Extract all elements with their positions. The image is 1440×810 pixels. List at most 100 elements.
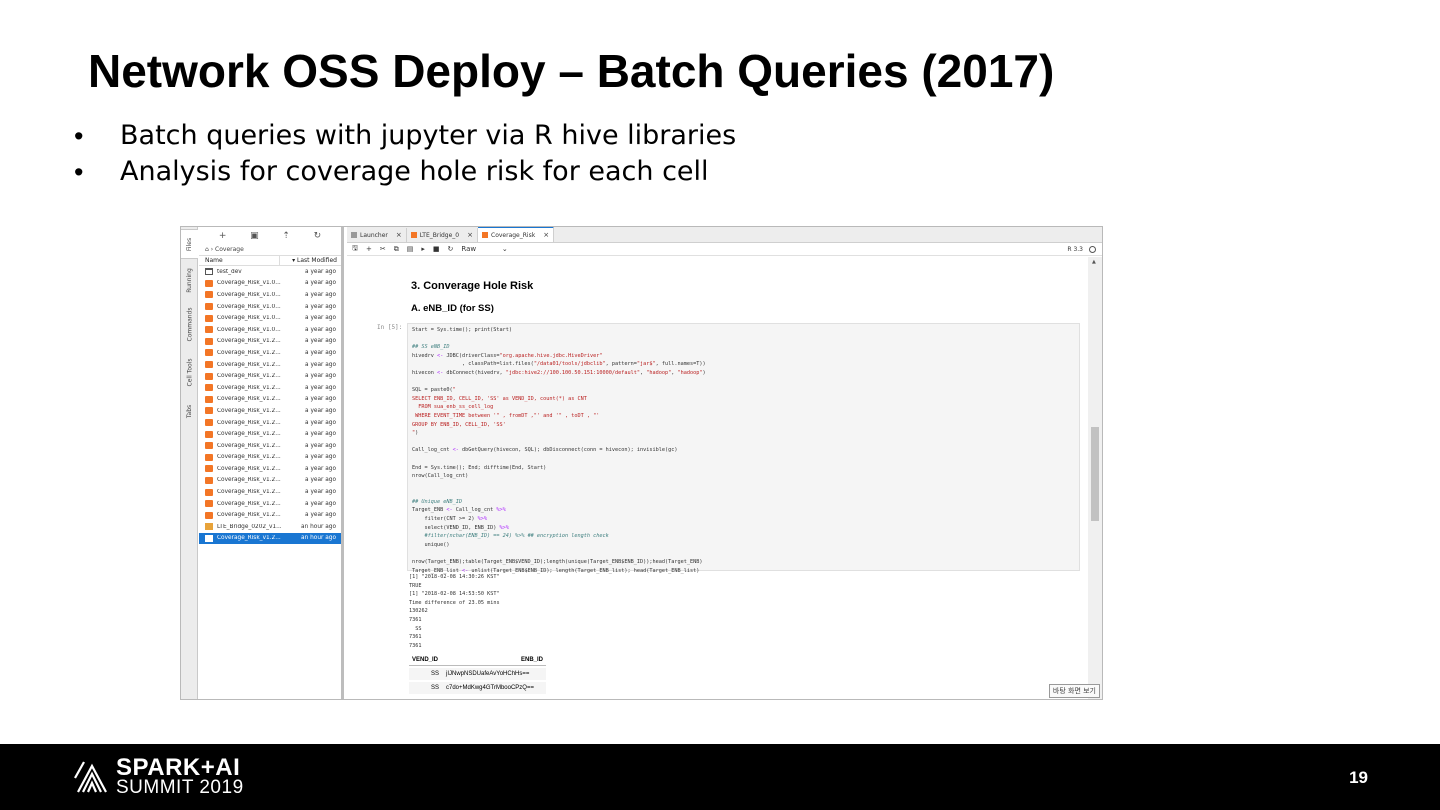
file-list-item[interactable]: Coverage_Risk_v1.0... a year ago [199, 301, 341, 313]
file-modified: a year ago [305, 465, 336, 472]
output-line: Time difference of 23.05 mins [409, 599, 500, 606]
new-folder-icon[interactable]: ▣ [250, 231, 259, 241]
notebook-icon [205, 500, 213, 508]
file-name: Coverage_Risk_v1.2... [217, 535, 281, 542]
side-tab-cell-tools[interactable]: Cell Tools [181, 351, 198, 393]
bullet-list: • Batch queries with jupyter via R hive l… [74, 118, 736, 190]
cell-output: [1] "2018-02-08 14:30:26 KST" TRUE [1] "20… [409, 573, 500, 650]
file-list-item[interactable]: Coverage_Risk_v1.0... a year ago [199, 289, 341, 301]
code-cell-editor[interactable]: Start = Sys.time(); print(Start) ## SS e… [407, 323, 1080, 574]
file-list-item[interactable]: Coverage_Risk_v1.0... a year ago [199, 312, 341, 324]
file-modified: a year ago [305, 338, 336, 345]
file-list-item[interactable]: Coverage_Risk_v1.2... a year ago [199, 370, 341, 382]
file-list-item[interactable]: Coverage_Risk_v1.0... a year ago [199, 324, 341, 336]
paste-icon[interactable]: ▤ [407, 245, 414, 253]
file-list-item[interactable]: test_dev a year ago [199, 266, 341, 278]
file-list-header: Name ▾ Last Modified [199, 255, 341, 266]
home-icon[interactable]: ⌂ [205, 246, 209, 253]
file-list-item[interactable]: Coverage_Risk_v1.2... a year ago [199, 463, 341, 475]
stop-icon[interactable]: ■ [433, 245, 440, 253]
output-line: [1] "2018-02-08 14:30:26 KST" [409, 574, 500, 580]
notebook-icon [205, 337, 213, 345]
kernel-name[interactable]: R 3.3 [1067, 246, 1083, 253]
close-icon[interactable]: × [396, 231, 402, 239]
file-modified: a year ago [305, 326, 336, 333]
notebook-toolbar: 🖫 + ✂ ⧉ ▤ ▸ ■ ↻ Raw ⌄ R 3.3 [347, 243, 1102, 256]
file-list-item[interactable]: Coverage_Risk_v1.2... a year ago [199, 394, 341, 406]
tab-lte-bridge[interactable]: LTE_Bridge_0 × [407, 228, 478, 242]
file-list-item[interactable]: Coverage_Risk_v1.2... a year ago [199, 359, 341, 371]
file-list-item[interactable]: Coverage_Risk_v1.2... a year ago [199, 417, 341, 429]
close-icon[interactable]: × [467, 231, 473, 239]
left-side-tabbar: Files Running Commands Cell Tools Tabs [181, 227, 198, 699]
save-icon[interactable]: 🖫 [352, 244, 358, 255]
side-tab-commands[interactable]: Commands [181, 303, 198, 345]
file-list-item[interactable]: Coverage_Risk_v1.2... a year ago [199, 382, 341, 394]
spark-ai-summit-logo: SPARK+AI SUMMIT 2019 [72, 756, 244, 800]
notebook-icon [205, 395, 213, 403]
file-list: test_dev a year ago Coverage_Risk_v1.0... a… [199, 266, 341, 545]
file-list-item[interactable]: Coverage_Risk_v1.2... a year ago [199, 498, 341, 510]
file-name: Coverage_Risk_v1.2... [217, 349, 281, 356]
file-modified: an hour ago [301, 523, 336, 530]
refresh-icon[interactable]: ↻ [314, 231, 322, 241]
scroll-up-icon[interactable]: ▲ [1092, 259, 1096, 265]
file-list-item[interactable]: LTE_Bridge_0202_v1... an hour ago [199, 521, 341, 533]
side-tab-running[interactable]: Running [181, 263, 198, 297]
file-name: Coverage_Risk_v1.2... [217, 442, 281, 449]
file-list-item[interactable]: Coverage_Risk_v1.2... a year ago [199, 347, 341, 359]
markdown-heading-4: A. eNB_ID (for SS) [411, 303, 494, 314]
close-icon[interactable]: × [543, 231, 549, 239]
notebook-icon [205, 372, 213, 380]
copy-icon[interactable]: ⧉ [394, 245, 399, 254]
file-modified: a year ago [305, 477, 336, 484]
file-modified: a year ago [305, 454, 336, 461]
tab-coverage-risk[interactable]: Coverage_Risk × [478, 227, 555, 242]
restart-icon[interactable]: ↻ [447, 245, 453, 253]
cell-type-select[interactable]: Raw ⌄ [461, 245, 515, 253]
file-modified: a year ago [305, 407, 336, 414]
scrollbar-thumb[interactable] [1091, 427, 1099, 521]
cut-icon[interactable]: ✂ [380, 245, 386, 253]
file-modified: a year ago [305, 280, 336, 287]
file-modified: a year ago [305, 500, 336, 507]
notebook-scrollbar[interactable]: ▲ [1088, 257, 1102, 699]
file-list-item[interactable]: Coverage_Risk_v1.2... a year ago [199, 428, 341, 440]
breadcrumb-folder[interactable]: Coverage [215, 246, 244, 253]
file-list-item[interactable]: Coverage_Risk_v1.2... a year ago [199, 452, 341, 464]
logo-line-1: SPARK+AI [116, 754, 241, 781]
file-list-item[interactable]: Coverage_Risk_v1.2... an hour ago [199, 532, 341, 545]
notebook-icon [205, 488, 213, 496]
tab-launcher[interactable]: Launcher × [347, 228, 407, 242]
file-modified: a year ago [305, 396, 336, 403]
run-icon[interactable]: ▸ [421, 245, 425, 253]
insert-cell-icon[interactable]: + [366, 245, 372, 253]
new-launcher-icon[interactable]: + [219, 231, 227, 241]
side-tab-tabs[interactable]: Tabs [181, 399, 198, 423]
file-list-item[interactable]: Coverage_Risk_v1.2... a year ago [199, 405, 341, 417]
column-name-header[interactable]: Name [199, 256, 279, 265]
upload-icon[interactable]: ⇡ [282, 231, 290, 241]
file-name: Coverage_Risk_v1.2... [217, 338, 281, 345]
logo-line-2: SUMMIT 2019 [116, 777, 244, 798]
slide-title: Network OSS Deploy – Batch Queries (2017… [88, 45, 1055, 97]
file-list-item[interactable]: Coverage_Risk_v1.2... a year ago [199, 475, 341, 487]
file-list-item[interactable]: Coverage_Risk_v1.2... a year ago [199, 440, 341, 452]
file-list-item[interactable]: Coverage_Risk_v1.0... a year ago [199, 278, 341, 290]
file-list-item[interactable]: Coverage_Risk_v1.2... a year ago [199, 509, 341, 521]
file-name: LTE_Bridge_0202_v1... [217, 523, 282, 530]
file-modified: a year ago [305, 489, 336, 496]
column-modified-header[interactable]: ▾ Last Modified [279, 256, 341, 265]
file-name: Coverage_Risk_v1.2... [217, 454, 281, 461]
file-list-item[interactable]: Coverage_Risk_v1.2... a year ago [199, 336, 341, 348]
file-modified: a year ago [305, 268, 336, 275]
file-modified: a year ago [305, 512, 336, 519]
notebook-icon [205, 523, 213, 531]
file-list-item[interactable]: Coverage_Risk_v1.2... a year ago [199, 486, 341, 498]
notebook-icon [205, 465, 213, 473]
notebook-icon [205, 279, 213, 287]
file-modified: a year ago [305, 384, 336, 391]
side-tab-files[interactable]: Files [181, 229, 198, 259]
file-modified: a year ago [305, 303, 336, 310]
ime-tooltip: 바탕 화면 보기 [1048, 684, 1100, 698]
